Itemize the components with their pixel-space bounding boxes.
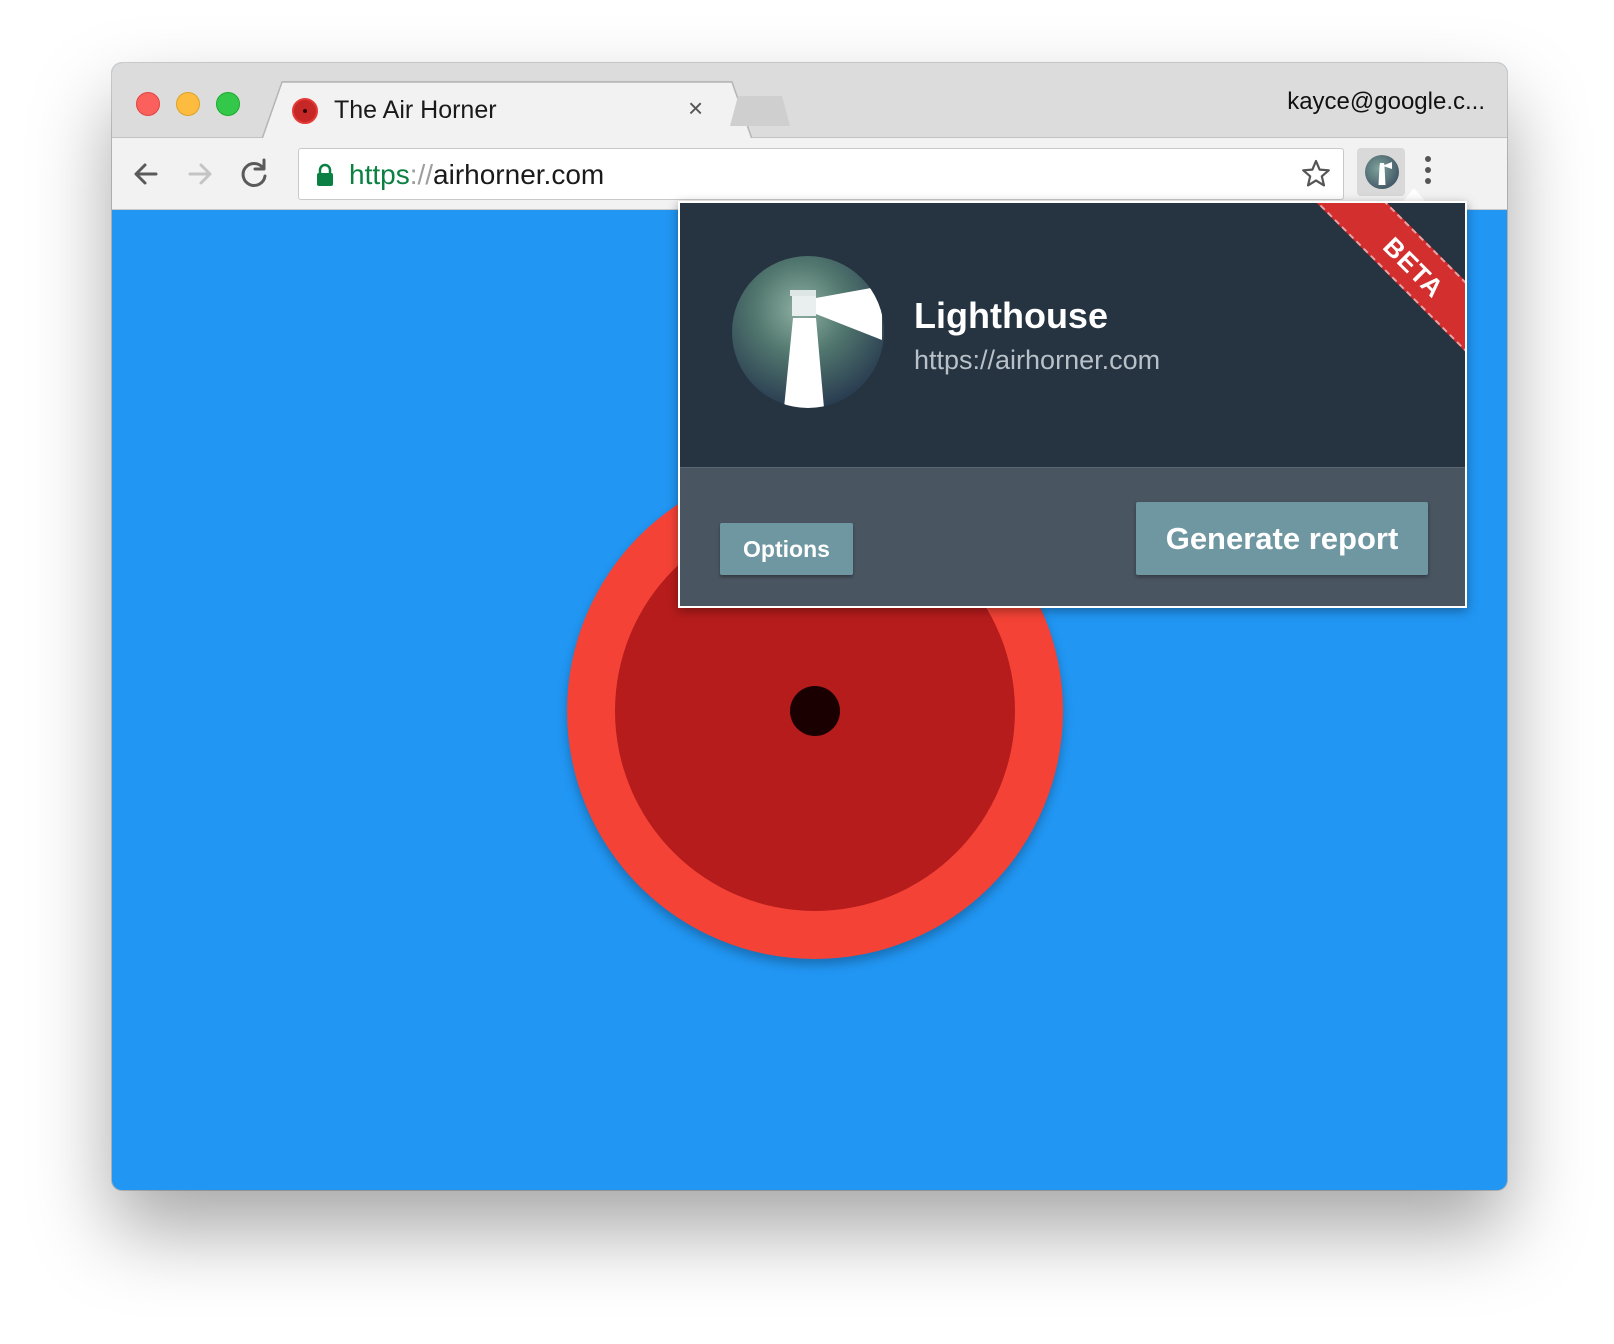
url-separator: :// [409, 159, 434, 190]
minimize-window-button[interactable] [176, 92, 200, 116]
beta-ribbon: BETA [1305, 203, 1465, 376]
close-window-button[interactable] [136, 92, 160, 116]
reload-button[interactable] [234, 154, 274, 194]
lighthouse-logo-icon [732, 256, 884, 408]
generate-report-button[interactable]: Generate report [1136, 502, 1428, 575]
forward-arrow-icon [188, 163, 212, 185]
new-tab-button[interactable] [730, 96, 790, 126]
lock-icon [317, 163, 333, 186]
popup-header: Lighthouse https://airhorner.com BETA [680, 203, 1465, 467]
tab-close-icon[interactable]: × [688, 93, 703, 123]
back-arrow-icon [134, 163, 158, 185]
url-host: airhorner.com [433, 159, 605, 190]
air-horner-favicon-icon [292, 98, 318, 124]
menu-dots-icon[interactable] [1418, 156, 1438, 192]
maximize-window-button[interactable] [216, 92, 240, 116]
forward-button[interactable] [180, 154, 220, 194]
popup-title: Lighthouse [914, 295, 1108, 336]
back-button[interactable] [126, 154, 166, 194]
popup-url: https://airhorner.com [914, 345, 1161, 375]
toolbar: https://airhorner.com [112, 138, 1507, 210]
air-horn-center [790, 686, 840, 736]
url-text[interactable]: https://airhorner.com [349, 159, 604, 191]
popup-arrow [1402, 188, 1426, 202]
profile-name[interactable]: kayce@google.c... [1287, 88, 1485, 116]
lighthouse-popup: Lighthouse https://airhorner.com BETA Op… [678, 201, 1467, 608]
address-bar[interactable]: https://airhorner.com [298, 148, 1344, 200]
star-icon[interactable] [1299, 157, 1333, 191]
tab-title: The Air Horner [334, 96, 497, 124]
popup-footer: Options Generate report [680, 467, 1465, 606]
reload-icon [241, 158, 267, 187]
options-button[interactable]: Options [720, 523, 853, 575]
title-bar: The Air Horner × kayce@google.c... [112, 63, 1507, 139]
url-scheme: https [349, 159, 410, 190]
lighthouse-icon [1365, 155, 1399, 189]
lighthouse-extension-button[interactable] [1357, 148, 1405, 196]
